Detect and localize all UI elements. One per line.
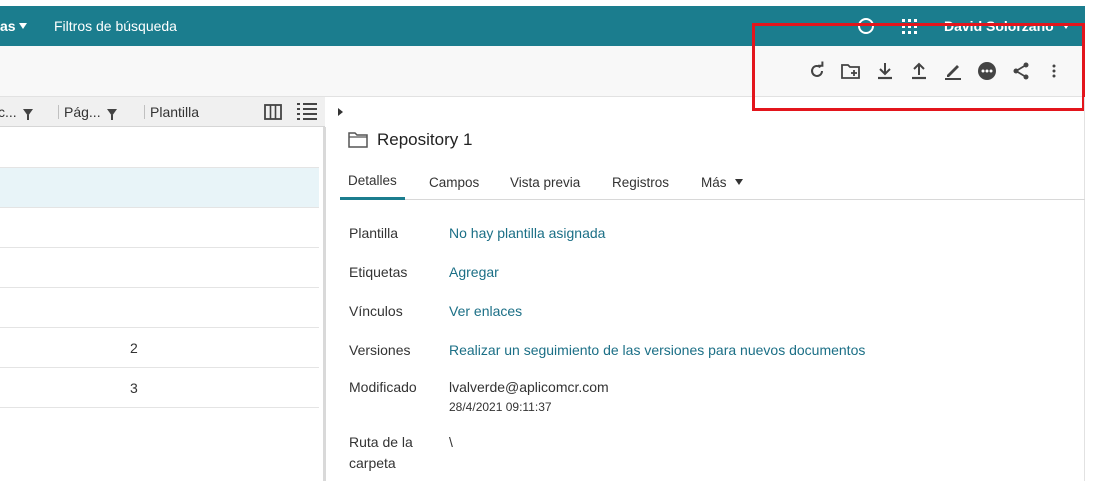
download-icon bbox=[878, 63, 892, 80]
pane-border bbox=[1084, 97, 1085, 481]
refresh-button[interactable] bbox=[807, 60, 827, 82]
list-row-selected[interactable] bbox=[0, 168, 319, 208]
nav-menu-partial-label: as bbox=[0, 18, 16, 34]
tab-label: Más bbox=[701, 174, 727, 190]
action-toolbar bbox=[0, 46, 1085, 97]
modified-user: lvalverde@aplicomcr.com bbox=[449, 379, 609, 395]
top-nav-bar: as Filtros de búsqueda David Solorzano bbox=[0, 6, 1085, 46]
user-menu[interactable]: David Solorzano bbox=[944, 6, 1070, 46]
filter-icon[interactable] bbox=[22, 108, 33, 120]
column-header-label: Pág... bbox=[64, 104, 101, 120]
tab-logs[interactable]: Registros bbox=[612, 164, 669, 200]
user-name-label: David Solorzano bbox=[944, 18, 1054, 34]
list-view-icon bbox=[297, 103, 317, 120]
chevron-down-icon bbox=[734, 179, 743, 185]
chevron-down-icon bbox=[1061, 23, 1070, 29]
search-filters-label: Filtros de búsqueda bbox=[54, 18, 177, 34]
tab-label: Vista previa bbox=[510, 174, 581, 190]
versions-label: Versiones bbox=[349, 342, 411, 358]
view-links-link[interactable]: Ver enlaces bbox=[449, 302, 522, 320]
list-row[interactable] bbox=[0, 128, 319, 168]
sign-icon bbox=[945, 65, 961, 80]
list-header: c... Pág... Plantilla bbox=[0, 97, 325, 127]
column-divider[interactable] bbox=[58, 105, 59, 119]
share-icon bbox=[1013, 62, 1029, 80]
help-icon[interactable] bbox=[858, 18, 874, 34]
row-pages-value: 2 bbox=[130, 340, 138, 356]
template-label: Plantilla bbox=[349, 225, 399, 241]
details-tabs: Detalles Campos Vista previa Registros M… bbox=[340, 164, 1085, 200]
column-header-label: c... bbox=[0, 104, 17, 120]
folder-path-label-line2: carpeta bbox=[349, 455, 396, 471]
list-row[interactable] bbox=[0, 208, 319, 248]
expand-pane-icon[interactable] bbox=[338, 108, 343, 116]
pane-splitter[interactable] bbox=[323, 127, 326, 481]
tab-label: Campos bbox=[429, 174, 480, 190]
column-header-template[interactable]: Plantilla bbox=[144, 97, 200, 127]
modified-label: Modificado bbox=[349, 379, 417, 395]
folder-path-label-line1: Ruta de la bbox=[349, 434, 413, 450]
list-view-button[interactable] bbox=[296, 101, 318, 123]
modified-date: 28/4/2021 09:11:37 bbox=[449, 400, 552, 414]
column-divider[interactable] bbox=[144, 105, 145, 119]
details-header: Repository 1 bbox=[348, 129, 472, 151]
upload-button[interactable] bbox=[909, 60, 929, 82]
vertical-ellipsis-icon bbox=[1052, 64, 1056, 78]
tab-preview[interactable]: Vista previa bbox=[510, 164, 580, 200]
more-circle-icon bbox=[978, 62, 996, 80]
more-actions-button[interactable] bbox=[977, 60, 997, 82]
tab-label: Detalles bbox=[348, 173, 397, 188]
column-header-0[interactable]: c... bbox=[0, 97, 33, 127]
tab-more[interactable]: Más bbox=[701, 164, 743, 200]
refresh-icon bbox=[811, 61, 824, 77]
column-header-pages[interactable]: Pág... bbox=[58, 97, 117, 127]
tab-label: Registros bbox=[612, 174, 670, 190]
track-versions-link[interactable]: Realizar un seguimiento de las versiones… bbox=[449, 341, 865, 359]
folder-icon bbox=[348, 132, 368, 148]
tab-fields[interactable]: Campos bbox=[429, 164, 479, 200]
list-row[interactable] bbox=[0, 288, 319, 328]
new-folder-icon bbox=[841, 64, 860, 79]
overflow-menu-button[interactable] bbox=[1044, 60, 1064, 82]
add-tag-link[interactable]: Agregar bbox=[449, 263, 499, 281]
list-row[interactable]: 3 bbox=[0, 368, 319, 408]
columns-icon bbox=[264, 104, 282, 120]
links-label: Vínculos bbox=[349, 303, 403, 319]
tags-label: Etiquetas bbox=[349, 264, 408, 280]
download-button[interactable] bbox=[875, 60, 895, 82]
tab-details[interactable]: Detalles bbox=[340, 164, 405, 200]
list-row[interactable] bbox=[0, 248, 319, 288]
apps-grid-icon[interactable] bbox=[902, 19, 917, 34]
document-list: 2 3 bbox=[0, 128, 319, 408]
column-chooser-button[interactable] bbox=[262, 101, 284, 123]
filter-icon[interactable] bbox=[106, 108, 117, 120]
row-pages-value: 3 bbox=[130, 380, 138, 396]
new-folder-button[interactable] bbox=[841, 60, 861, 82]
search-filters-menu[interactable]: Filtros de búsqueda bbox=[54, 6, 177, 46]
nav-menu-partial[interactable]: as bbox=[0, 6, 27, 46]
upload-icon bbox=[912, 62, 926, 80]
document-title: Repository 1 bbox=[377, 130, 473, 149]
chevron-down-icon bbox=[18, 23, 27, 29]
sign-button[interactable] bbox=[943, 60, 963, 82]
template-link[interactable]: No hay plantilla asignada bbox=[449, 224, 605, 242]
column-header-label: Plantilla bbox=[150, 104, 200, 120]
share-button[interactable] bbox=[1011, 60, 1031, 82]
list-row[interactable]: 2 bbox=[0, 328, 319, 368]
folder-path-value: \ bbox=[449, 434, 453, 450]
